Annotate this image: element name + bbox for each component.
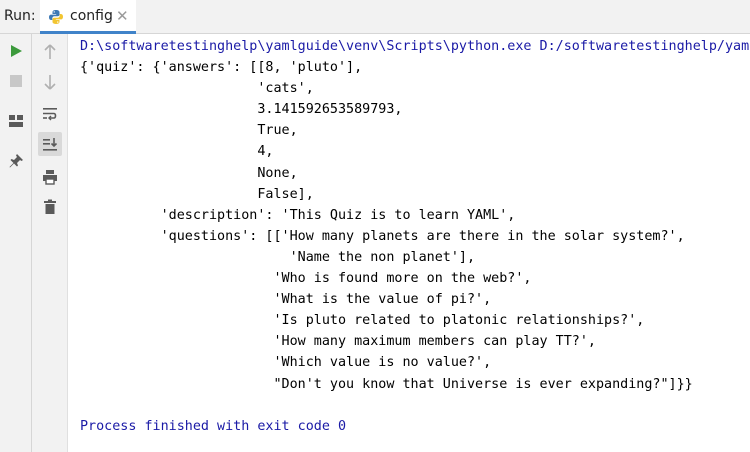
console-output[interactable]: D:\softwaretestinghelp\yamlguide\venv\Sc…: [80, 34, 750, 452]
console-line: 4,: [80, 144, 274, 160]
console-line: {'quiz': {'answers': [[8, 'pluto'],: [80, 60, 363, 76]
soft-wrap-icon[interactable]: [38, 102, 62, 126]
console-toolbar: [32, 34, 68, 452]
print-icon[interactable]: [38, 165, 62, 189]
command-line[interactable]: D:\softwaretestinghelp\yamlguide\venv\Sc…: [80, 39, 750, 54]
layout-icon[interactable]: [4, 109, 28, 133]
run-label: Run:: [4, 8, 36, 24]
left-toolbar: [0, 34, 32, 452]
scroll-to-end-icon[interactable]: [38, 132, 62, 156]
python-icon: [48, 9, 64, 25]
tab-label: config: [70, 8, 113, 24]
down-arrow-icon[interactable]: [38, 70, 62, 94]
console-line: 'Which value is no value?',: [80, 355, 492, 371]
console-line: None,: [80, 165, 298, 181]
trash-icon[interactable]: [38, 195, 62, 219]
run-tool-window-header: Run: config ✕: [0, 0, 750, 34]
console-line: True,: [80, 123, 298, 139]
console-line: 3.141592653589793,: [80, 102, 403, 118]
console-line: 'How many maximum members can play TT?',: [80, 334, 596, 350]
console-line: 'Name the non planet'],: [80, 249, 476, 265]
pin-icon[interactable]: [4, 149, 28, 173]
console-line: 'Who is found more on the web?',: [80, 271, 532, 287]
close-icon[interactable]: ✕: [116, 7, 129, 25]
tab-config[interactable]: config ✕: [40, 0, 136, 34]
console-line: "Don't you know that Universe is ever ex…: [80, 376, 693, 392]
stop-icon[interactable]: [4, 69, 28, 93]
console-line: False],: [80, 186, 314, 202]
console-line: 'Is pluto related to platonic relationsh…: [80, 313, 645, 329]
console-line: 'questions': [['How many planets are the…: [80, 228, 685, 244]
console-line: 'description': 'This Quiz is to learn YA…: [80, 207, 516, 223]
console-line: 'What is the value of pi?',: [80, 292, 492, 308]
exit-message: Process finished with exit code 0: [80, 418, 347, 434]
up-arrow-icon[interactable]: [38, 40, 62, 64]
console-line: 'cats',: [80, 81, 314, 97]
play-icon[interactable]: [4, 39, 28, 63]
